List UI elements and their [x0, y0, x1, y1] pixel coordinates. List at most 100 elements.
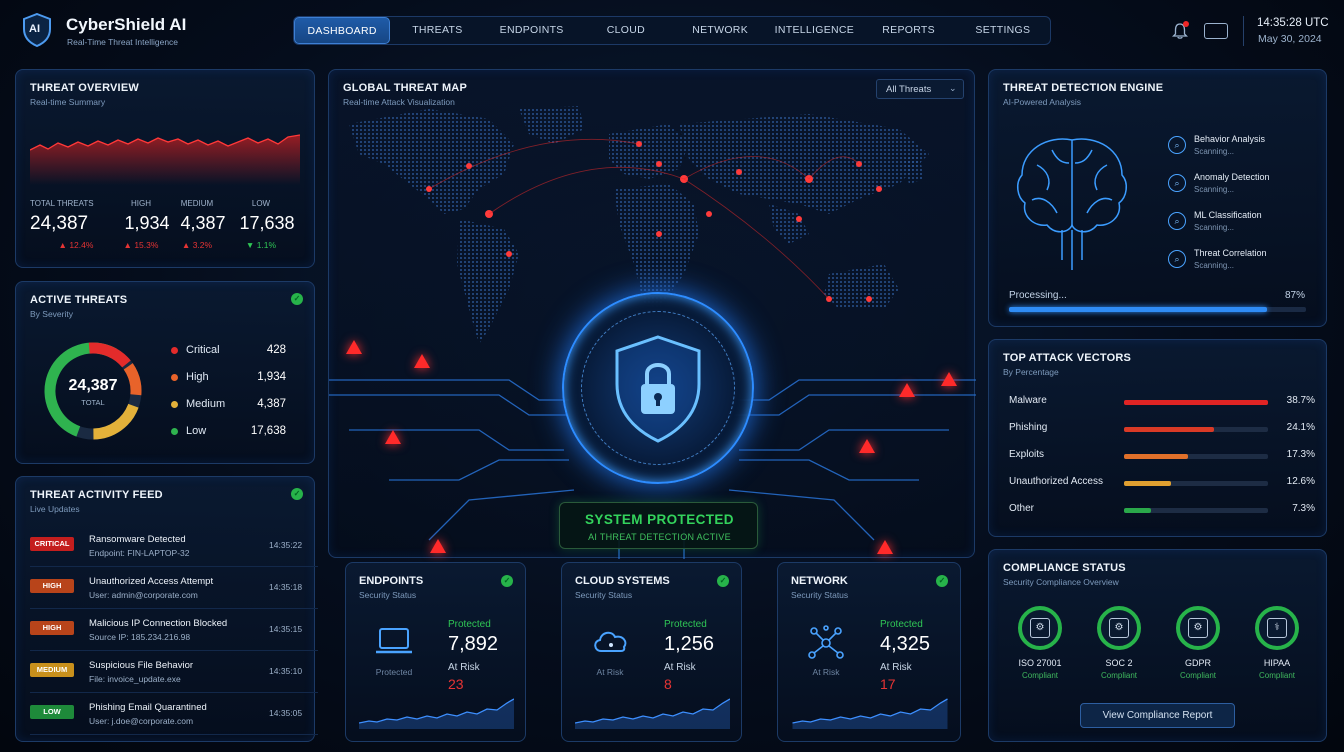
compliance-shield-icon: ⚙	[1109, 618, 1129, 638]
severity-badge: CRITICAL	[30, 537, 74, 551]
nav-tab[interactable]: REPORTS	[862, 17, 956, 44]
status-check-icon: ✓	[936, 575, 948, 587]
brand-logo[interactable]: AI	[22, 12, 52, 48]
nav-tab[interactable]: SETTINGS	[956, 17, 1050, 44]
overview-stat-delta: ▲ 15.3%	[123, 240, 159, 250]
compliance-badge[interactable]: ⚕ HIPAA Compliant	[1242, 606, 1312, 680]
view-compliance-report-button[interactable]: View Compliance Report	[1080, 703, 1235, 728]
main-nav: DASHBOARD THREATS ENDPOINTS CLOUD NETWORK INT…	[293, 16, 1051, 45]
cloud-icon	[590, 625, 632, 662]
active-threats-title: ACTIVE THREATS	[30, 294, 128, 306]
feed-item[interactable]: HIGH Unauthorized Access Attempt User: adm…	[30, 569, 318, 609]
active-threats-panel: ACTIVE THREATS By Severity ✓ 24,387 TOTA…	[15, 281, 315, 464]
severity-badge: LOW	[30, 705, 74, 719]
card-protected-label: Protected	[880, 619, 923, 630]
threat-trend-chart	[30, 134, 300, 185]
vectors-title: TOP ATTACK VECTORS	[1003, 352, 1132, 364]
warning-icon	[346, 340, 362, 354]
overview-stat-label: MEDIUM	[180, 199, 214, 208]
notification-bell-icon[interactable]	[1171, 21, 1189, 40]
compliance-badge[interactable]: ⚙ SOC 2 Compliant	[1084, 606, 1154, 680]
nav-tab[interactable]: ENDPOINTS	[485, 17, 579, 44]
engine-module-title: Anomaly Detection	[1194, 172, 1270, 182]
brand-name: CyberShield AI	[66, 15, 187, 34]
nav-tab[interactable]: NETWORK	[673, 17, 767, 44]
global-threat-map-panel: GLOBAL THREAT MAP Real-time Attack Visua…	[328, 69, 976, 559]
severity-badge: MEDIUM	[30, 663, 74, 677]
system-card[interactable]: NETWORK Security Status ✓ At Risk Protected 4…	[777, 562, 961, 742]
engine-module-title: Threat Correlation	[1194, 248, 1267, 258]
vector-label: Malware	[1009, 395, 1047, 406]
compliance-status: Compliant	[1100, 671, 1137, 680]
card-at-risk-value: 8	[664, 676, 672, 692]
vector-bar-fill	[1124, 481, 1171, 486]
system-card[interactable]: ENDPOINTS Security Status ✓ Protected Protec…	[345, 562, 526, 742]
engine-module-icon: ⌕	[1168, 136, 1186, 154]
attack-vector-row[interactable]: Malware 38.7%	[1009, 395, 1315, 415]
nav-tab[interactable]: CLOUD	[579, 17, 673, 44]
card-icon-label: At Risk	[812, 667, 840, 677]
card-subtitle: Security Status	[359, 590, 417, 600]
severity-count: 17,638	[250, 425, 286, 437]
feed-item-time: 14:35:10	[269, 666, 303, 676]
severity-dot	[171, 428, 178, 435]
engine-title: THREAT DETECTION ENGINE	[1003, 82, 1164, 94]
brand-tagline: Real-Time Threat Intelligence	[67, 37, 179, 47]
engine-module-icon: ⌕	[1168, 250, 1186, 268]
vector-label: Exploits	[1009, 449, 1045, 460]
system-card[interactable]: CLOUD SYSTEMS Security Status ✓ At Risk Prot…	[561, 562, 742, 742]
padlock-shield-icon	[615, 335, 701, 443]
feed-item-title: Malicious IP Connection Blocked	[89, 618, 228, 629]
feed-item[interactable]: LOW Phishing Email Quarantined User: j.doe…	[30, 695, 318, 735]
nav-tab[interactable]: DASHBOARD	[294, 17, 391, 44]
progress-fill	[1009, 307, 1268, 312]
engine-module-status: Scanning...	[1194, 147, 1235, 156]
nav-tab[interactable]: INTELLIGENCE	[767, 17, 861, 44]
compliance-badge[interactable]: ⚙ ISO 27001 Compliant	[1005, 606, 1075, 680]
overview-stat-value: 24,387	[30, 213, 89, 234]
vector-percent: 7.3%	[1292, 503, 1315, 514]
attack-vector-row[interactable]: Unauthorized Access 12.6%	[1009, 476, 1315, 496]
engine-module-title: Behavior Analysis	[1194, 134, 1266, 144]
attack-vector-row[interactable]: Exploits 17.3%	[1009, 449, 1315, 469]
compliance-name: HIPAA	[1263, 658, 1291, 668]
attack-vector-row[interactable]: Phishing 24.1%	[1009, 422, 1315, 442]
card-at-risk-label: At Risk	[448, 662, 480, 673]
network-devices-icon[interactable]	[1204, 23, 1228, 39]
attack-vector-row[interactable]: Other 7.3%	[1009, 503, 1315, 523]
warning-icon	[877, 540, 893, 554]
nav-tab[interactable]: THREATS	[390, 17, 484, 44]
threat-overview-title: THREAT OVERVIEW	[30, 82, 139, 94]
feed-item-detail: File: invoice_update.exe	[89, 674, 181, 684]
map-filter-dropdown[interactable]: All Threats ⌄	[876, 79, 964, 99]
feed-item[interactable]: HIGH Malicious IP Connection Blocked Sourc…	[30, 611, 318, 651]
system-status-title: SYSTEM PROTECTED	[585, 512, 734, 527]
compliance-status: Compliant	[1021, 671, 1058, 680]
active-threats-subtitle: By Severity	[30, 309, 73, 319]
card-sparkline	[359, 698, 514, 729]
overview-stat-label: LOW	[251, 199, 271, 208]
feed-item[interactable]: CRITICAL Ransomware Detected Endpoint: FIN…	[30, 527, 318, 567]
severity-count: 1,934	[257, 371, 286, 383]
chevron-down-icon: ⌄	[949, 83, 957, 93]
clock-date: May 30, 2024	[1258, 33, 1322, 45]
feed-item-detail: User: j.doe@corporate.com	[89, 716, 194, 726]
severity-badge: HIGH	[30, 621, 74, 635]
engine-module-icon: ⌕	[1168, 174, 1186, 192]
compliance-badge[interactable]: ⚙ GDPR Compliant	[1163, 606, 1233, 680]
engine-module-status: Scanning...	[1194, 261, 1235, 270]
compliance-panel: COMPLIANCE STATUS Security Compliance Ov…	[988, 549, 1327, 742]
overview-stat-value: 17,638	[239, 213, 295, 233]
severity-label: Low	[186, 425, 207, 437]
card-sparkline	[575, 698, 730, 729]
severity-count: 4,387	[257, 398, 286, 410]
active-total-value: 24,387	[68, 377, 118, 394]
network-nodes-icon	[806, 625, 846, 666]
compliance-ring: ⚕	[1255, 606, 1299, 650]
status-check-icon: ✓	[501, 575, 513, 587]
feed-item-title: Ransomware Detected	[89, 534, 186, 545]
feed-item[interactable]: MEDIUM Suspicious File Behavior File: invo…	[30, 653, 318, 693]
compliance-name: SOC 2	[1105, 658, 1133, 668]
activity-feed-subtitle: Live Updates	[30, 504, 80, 514]
vector-label: Phishing	[1009, 422, 1048, 433]
